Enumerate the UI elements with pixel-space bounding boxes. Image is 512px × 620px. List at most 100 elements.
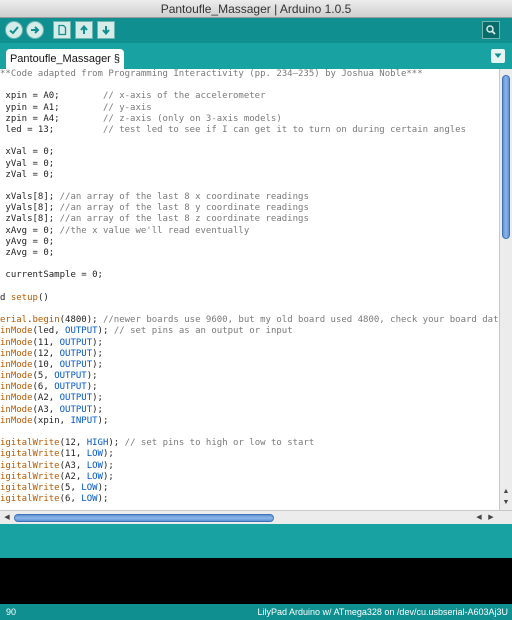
horizontal-scrollbar[interactable]: ◀ ◀ ▶ — [0, 510, 512, 524]
code-token: ); — [97, 494, 109, 505]
code-token: // y-axis — [102, 102, 152, 113]
new-button[interactable] — [53, 21, 71, 39]
code-token: inMode — [0, 393, 33, 404]
code-token: OUTPUT — [59, 393, 93, 404]
code-line: inMode(led, OUTPUT); // set pins as an o… — [0, 326, 499, 337]
code-token: xVal = 0; — [0, 147, 55, 158]
code-line: ​ — [0, 80, 499, 91]
tab-menu-button[interactable] — [491, 49, 505, 63]
code-line: igitalWrite(11, LOW); — [0, 449, 499, 460]
code-line: ypin = A1; // y-axis — [0, 103, 499, 114]
tab-sketch[interactable]: Pantoufle_Massager § — [6, 49, 124, 69]
code-token: zVals[8]; — [0, 214, 60, 225]
code-line: ​ — [0, 181, 499, 192]
code-line: yVals[8]; //an array of the last 8 y coo… — [0, 203, 499, 214]
scroll-down-arrow-icon[interactable]: ▼ — [501, 498, 511, 508]
code-token: (xpin, — [32, 415, 71, 426]
code-token: //an array of the last 8 z coordinate re… — [59, 214, 309, 225]
code-token: // set pins as an output or input — [113, 326, 293, 337]
code-line: xAvg = 0; //the x value we'll read event… — [0, 226, 499, 237]
upload-button[interactable] — [26, 21, 44, 39]
horizontal-scroll-thumb[interactable] — [14, 514, 274, 522]
arrow-right-icon — [31, 26, 40, 34]
verify-button[interactable] — [5, 21, 23, 39]
code-token: HIGH — [86, 438, 109, 449]
code-line: igitalWrite(5, LOW); — [0, 483, 499, 494]
code-token: ); — [102, 449, 114, 460]
vertical-scrollbar[interactable]: ▲ ▼ — [499, 69, 512, 510]
toolbar — [0, 18, 512, 43]
open-button[interactable] — [75, 21, 93, 39]
code-line: zAvg = 0; — [0, 248, 499, 259]
code-line: inMode(10, OUTPUT); — [0, 360, 499, 371]
code-line: xpin = A0; // x-axis of the acceleromete… — [0, 91, 499, 102]
code-token: inMode — [0, 326, 33, 337]
code-token: (A3, — [32, 404, 60, 415]
board-info: LilyPad Arduino w/ ATmega328 on /dev/cu.… — [257, 607, 508, 617]
code-token: (11, — [32, 337, 60, 348]
code-token: (12, — [32, 348, 60, 359]
code-token: ); — [86, 371, 98, 382]
code-token: OUTPUT — [59, 337, 93, 348]
code-token: LOW — [81, 494, 98, 505]
code-token: (A2, — [32, 393, 60, 404]
code-token: // test led to see if I can get it to tu… — [102, 124, 466, 135]
code-line: inMode(5, OUTPUT); — [0, 371, 499, 382]
scroll-left-arrow-icon[interactable]: ◀ — [2, 512, 12, 523]
code-line: ​ — [0, 136, 499, 147]
code-editor[interactable]: **Code adapted from Programming Interact… — [0, 69, 499, 510]
code-line: inMode(11, OUTPUT); — [0, 338, 499, 349]
code-token: (A2, — [59, 471, 87, 482]
code-line: zVals[8]; //an array of the last 8 z coo… — [0, 214, 499, 225]
code-line: inMode(12, OUTPUT); — [0, 349, 499, 360]
code-token: () — [37, 292, 49, 303]
scroll-right-arrow-icon[interactable]: ▶ — [486, 512, 496, 523]
code-token: LOW — [86, 460, 103, 471]
tab-bar: Pantoufle_Massager § — [0, 43, 512, 69]
window-title: Pantoufle_Massager | Arduino 1.0.5 — [160, 2, 352, 16]
code-line: inMode(xpin, INPUT); — [0, 416, 499, 427]
code-token: //the x value we'll read eventually — [59, 225, 250, 236]
code-token: zpin = A4; — [0, 113, 103, 124]
code-token: xAvg = 0; — [0, 225, 60, 236]
line-number: 90 — [6, 607, 17, 617]
code-line: zVal = 0; — [0, 170, 499, 181]
scroll-left-end-arrow-icon[interactable]: ◀ — [474, 512, 484, 523]
code-token: (10, — [32, 359, 60, 370]
serial-monitor-button[interactable] — [482, 21, 500, 39]
code-token: igitalWrite — [0, 460, 60, 471]
code-token: (led, — [32, 326, 66, 337]
code-token: ); — [92, 404, 103, 415]
code-token: igitalWrite — [0, 482, 60, 493]
code-token: OUTPUT — [59, 404, 93, 415]
code-token: ); — [86, 382, 98, 393]
code-token: led = 13; — [0, 124, 103, 135]
code-line: **Code adapted from Programming Interact… — [0, 69, 499, 80]
code-token: ); — [102, 471, 114, 482]
code-token: LOW — [86, 471, 103, 482]
magnifier-icon — [486, 25, 496, 35]
scroll-up-arrow-icon[interactable]: ▲ — [501, 487, 511, 497]
vertical-scroll-thumb[interactable] — [502, 75, 510, 239]
code-token: (6, — [59, 494, 82, 505]
code-token: **Code adapted from Programming Interact… — [0, 69, 423, 79]
code-token: yAvg = 0; — [0, 236, 55, 247]
arrow-down-icon — [102, 26, 110, 36]
code-token: ); — [102, 460, 114, 471]
code-line: igitalWrite(12, HIGH); // set pins to hi… — [0, 438, 499, 449]
code-token: (4800); — [59, 315, 103, 326]
code-line: zpin = A4; // z-axis (only on 3-axis mod… — [0, 114, 499, 125]
code-token: (A3, — [59, 460, 87, 471]
code-token: inMode — [0, 359, 33, 370]
code-token: yVals[8]; — [0, 203, 60, 214]
code-token: ); — [92, 393, 103, 404]
code-token: ); — [108, 438, 125, 449]
code-token: igitalWrite — [0, 494, 60, 505]
code-token: ); — [97, 482, 109, 493]
code-token: inMode — [0, 404, 33, 415]
window-titlebar: Pantoufle_Massager | Arduino 1.0.5 — [0, 0, 512, 18]
chevron-down-icon — [494, 53, 502, 58]
code-line: ​ — [0, 282, 499, 293]
code-token: inMode — [0, 371, 33, 382]
save-button[interactable] — [97, 21, 115, 39]
